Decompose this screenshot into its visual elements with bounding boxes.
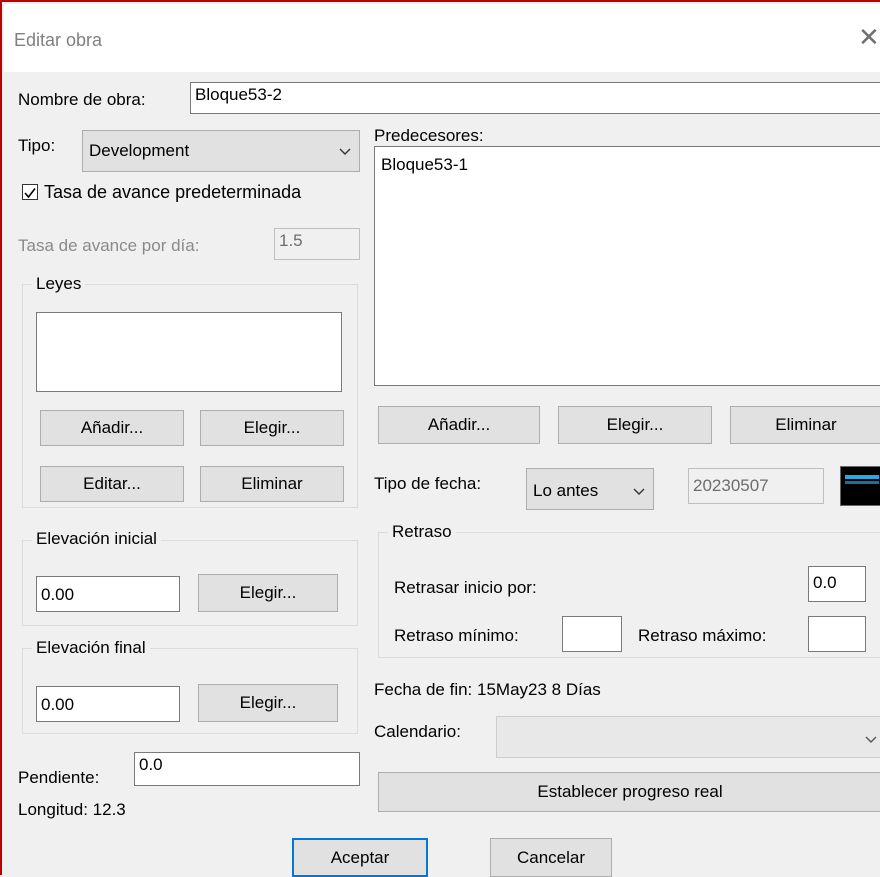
elevacion-final-input[interactable]: 0.00 — [36, 686, 180, 722]
tipo-select[interactable]: Development — [82, 130, 360, 172]
leyes-list[interactable] — [36, 312, 342, 392]
leyes-add-button[interactable]: Añadir... — [40, 410, 184, 446]
pendiente-input[interactable]: 0.0 — [134, 752, 360, 786]
predecesores-remove-button[interactable]: Eliminar — [730, 406, 880, 444]
dialog-window: Editar obra ✕ Nombre de obra: Bloque53-2… — [0, 0, 880, 877]
chevron-down-icon — [339, 148, 351, 155]
retraso-minimo-input[interactable] — [562, 616, 622, 652]
calendario-select[interactable] — [496, 716, 880, 758]
predecesores-list-item[interactable]: Bloque53-1 — [375, 147, 880, 183]
retraso-group-label: Retraso — [388, 522, 456, 542]
longitud-text: Longitud: 12.3 — [18, 800, 126, 819]
establecer-progreso-button[interactable]: Establecer progreso real — [378, 772, 880, 812]
calendario-label: Calendario: — [374, 722, 461, 741]
nombre-input[interactable]: Bloque53-2 — [190, 82, 880, 114]
tipo-label: Tipo: — [18, 136, 56, 155]
elevacion-final-choose-button[interactable]: Elegir... — [198, 684, 338, 722]
window-title: Editar obra — [14, 30, 103, 50]
predecesores-list[interactable]: Bloque53-1 — [374, 146, 880, 386]
retraso-minimo-label: Retraso mínimo: — [394, 626, 519, 645]
leyes-group-label: Leyes — [32, 274, 86, 294]
tipo-select-value: Development — [89, 141, 190, 160]
tasa-default-label: Tasa de avance predeterminada — [44, 182, 302, 202]
fecha-fin-text: Fecha de fin: 15May23 8 Días — [374, 680, 601, 699]
title-bar: Editar obra ✕ — [4, 4, 880, 72]
aceptar-button[interactable]: Aceptar — [292, 838, 428, 877]
tipo-fecha-label: Tipo de fecha: — [374, 474, 482, 493]
tasa-default-checkbox[interactable] — [22, 184, 38, 200]
pendiente-label: Pendiente: — [18, 768, 100, 787]
retraso-inicio-label: Retrasar inicio por: — [394, 578, 537, 597]
elevacion-final-label: Elevación final — [32, 638, 150, 658]
predecesores-label: Predecesores: — [374, 126, 484, 145]
retraso-inicio-input[interactable]: 0.0 — [808, 566, 866, 602]
elevacion-inicial-input[interactable]: 0.00 — [36, 576, 180, 612]
tasa-dia-label: Tasa de avance por día: — [18, 236, 200, 255]
elevacion-inicial-choose-button[interactable]: Elegir... — [198, 574, 338, 612]
predecesores-choose-button[interactable]: Elegir... — [558, 406, 712, 444]
retraso-maximo-input[interactable] — [808, 616, 866, 652]
tipo-fecha-select-value: Lo antes — [533, 481, 599, 500]
leyes-edit-button[interactable]: Editar... — [40, 466, 184, 502]
retraso-maximo-label: Retraso máximo: — [638, 626, 767, 645]
leyes-remove-button[interactable]: Eliminar — [200, 466, 344, 502]
leyes-choose-button[interactable]: Elegir... — [200, 410, 344, 446]
predecesores-add-button[interactable]: Añadir... — [378, 406, 540, 444]
fecha-input[interactable]: 20230507 — [688, 468, 824, 504]
cancelar-button[interactable]: Cancelar — [490, 838, 612, 877]
tipo-fecha-select[interactable]: Lo antes — [526, 468, 654, 510]
calendar-icon[interactable] — [840, 466, 880, 506]
close-icon[interactable]: ✕ — [858, 22, 880, 52]
nombre-label: Nombre de obra: — [18, 90, 146, 109]
chevron-down-icon — [865, 736, 877, 743]
elevacion-inicial-label: Elevación inicial — [32, 529, 161, 549]
chevron-down-icon — [633, 488, 645, 495]
tasa-dia-input[interactable]: 1.5 — [274, 228, 360, 260]
checkmark-icon — [24, 188, 36, 199]
